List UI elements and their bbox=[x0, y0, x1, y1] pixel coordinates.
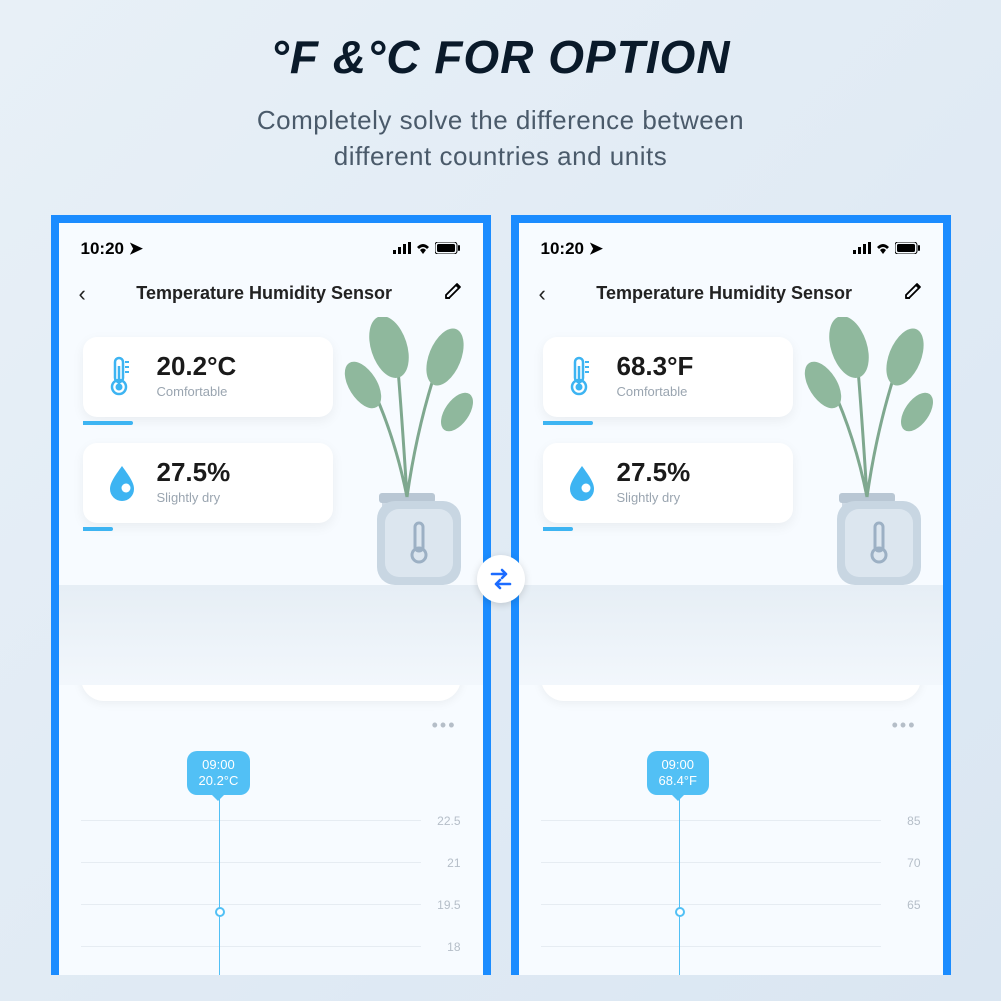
humidity-value: 27.5% bbox=[617, 457, 775, 488]
humidity-bar bbox=[83, 527, 113, 531]
location-icon: ➤ bbox=[589, 239, 603, 258]
chart-area[interactable]: ••• 09:0020.2°C 22.5 21 19.5 18 bbox=[59, 709, 483, 968]
droplet-icon bbox=[561, 461, 603, 503]
humidity-status: Slightly dry bbox=[617, 490, 775, 505]
y-tick: 65 bbox=[881, 898, 921, 912]
chart-area[interactable]: ••• 09:0068.4°F 85 70 65 bbox=[519, 709, 943, 968]
humidity-bar bbox=[543, 527, 573, 531]
temperature-status: Comfortable bbox=[157, 384, 315, 399]
y-tick: 85 bbox=[881, 814, 921, 828]
location-icon: ➤ bbox=[129, 239, 143, 258]
status-bar: 10:20 ➤ bbox=[59, 223, 483, 267]
chart-marker-line bbox=[679, 799, 680, 975]
nav-bar: ‹ Temperature Humidity Sensor bbox=[519, 267, 943, 317]
chart-tabs: Temperature Humidity bbox=[81, 655, 461, 701]
chart-menu-button[interactable]: ••• bbox=[541, 709, 921, 742]
phone-fahrenheit: 10:20 ➤ ‹ Temperature Humidity Sensor bbox=[511, 215, 951, 975]
screen-title: Temperature Humidity Sensor bbox=[86, 283, 443, 304]
edit-button[interactable] bbox=[903, 281, 923, 306]
page-title: °F &°C FOR OPTION bbox=[0, 30, 1001, 84]
signal-icon bbox=[393, 239, 411, 259]
humidity-card[interactable]: 27.5% Slightly dry bbox=[543, 443, 793, 523]
status-icons bbox=[393, 239, 461, 259]
y-tick: 19.5 bbox=[421, 898, 461, 912]
chart-tooltip: 09:0020.2°C bbox=[187, 751, 251, 796]
tab-humidity[interactable]: Humidity bbox=[731, 655, 921, 701]
wifi-icon bbox=[415, 239, 431, 259]
plant-illustration bbox=[787, 317, 937, 577]
droplet-icon bbox=[101, 461, 143, 503]
tab-humidity[interactable]: Humidity bbox=[271, 655, 461, 701]
status-icons bbox=[853, 239, 921, 259]
chart-grid: 22.5 21 19.5 18 bbox=[81, 800, 461, 968]
thermometer-icon bbox=[561, 355, 603, 397]
chart-grid: 85 70 65 bbox=[541, 800, 921, 968]
back-button[interactable]: ‹ bbox=[539, 281, 546, 307]
wifi-icon bbox=[875, 239, 891, 259]
temperature-bar bbox=[543, 421, 593, 425]
temperature-status: Comfortable bbox=[617, 384, 775, 399]
temperature-bar bbox=[83, 421, 133, 425]
page-subtitle: Completely solve the difference between … bbox=[0, 102, 1001, 175]
y-tick: 21 bbox=[421, 856, 461, 870]
chart-marker-line bbox=[219, 799, 220, 975]
marketing-header: °F &°C FOR OPTION Completely solve the d… bbox=[0, 0, 1001, 175]
y-tick: 18 bbox=[421, 940, 461, 954]
tab-temperature[interactable]: Temperature bbox=[541, 655, 731, 701]
status-time: 10:20 ➤ bbox=[81, 239, 143, 259]
phone-celsius: 10:20 ➤ ‹ Temperature Humidity Sensor bbox=[51, 215, 491, 975]
battery-icon bbox=[435, 239, 461, 259]
humidity-status: Slightly dry bbox=[157, 490, 315, 505]
signal-icon bbox=[853, 239, 871, 259]
temperature-card[interactable]: 20.2°C Comfortable bbox=[83, 337, 333, 417]
chart-menu-button[interactable]: ••• bbox=[81, 709, 461, 742]
y-tick: 22.5 bbox=[421, 814, 461, 828]
thermometer-icon bbox=[101, 355, 143, 397]
back-button[interactable]: ‹ bbox=[79, 281, 86, 307]
chart-tooltip: 09:0068.4°F bbox=[647, 751, 709, 796]
sensor-scene: 68.3°F Comfortable 27.5% Slightly dry bbox=[519, 317, 943, 627]
y-tick: 70 bbox=[881, 856, 921, 870]
chart-marker-dot bbox=[675, 907, 685, 917]
humidity-value: 27.5% bbox=[157, 457, 315, 488]
sensor-device-illustration bbox=[371, 495, 467, 591]
plant-illustration bbox=[327, 317, 477, 577]
battery-icon bbox=[895, 239, 921, 259]
chart-tabs: Temperature Humidity bbox=[541, 655, 921, 701]
sensor-scene: 20.2°C Comfortable 27.5% Slightly dry bbox=[59, 317, 483, 627]
swap-units-icon bbox=[477, 555, 525, 603]
temperature-card[interactable]: 68.3°F Comfortable bbox=[543, 337, 793, 417]
tab-temperature[interactable]: Temperature bbox=[81, 655, 271, 701]
chart-marker-dot bbox=[215, 907, 225, 917]
humidity-card[interactable]: 27.5% Slightly dry bbox=[83, 443, 333, 523]
status-time: 10:20 ➤ bbox=[541, 239, 603, 259]
screen-title: Temperature Humidity Sensor bbox=[546, 283, 903, 304]
phones-container: 10:20 ➤ ‹ Temperature Humidity Sensor bbox=[0, 215, 1001, 975]
temperature-value: 20.2°C bbox=[157, 351, 315, 382]
temperature-value: 68.3°F bbox=[617, 351, 775, 382]
status-bar: 10:20 ➤ bbox=[519, 223, 943, 267]
sensor-device-illustration bbox=[831, 495, 927, 591]
edit-button[interactable] bbox=[443, 281, 463, 306]
nav-bar: ‹ Temperature Humidity Sensor bbox=[59, 267, 483, 317]
